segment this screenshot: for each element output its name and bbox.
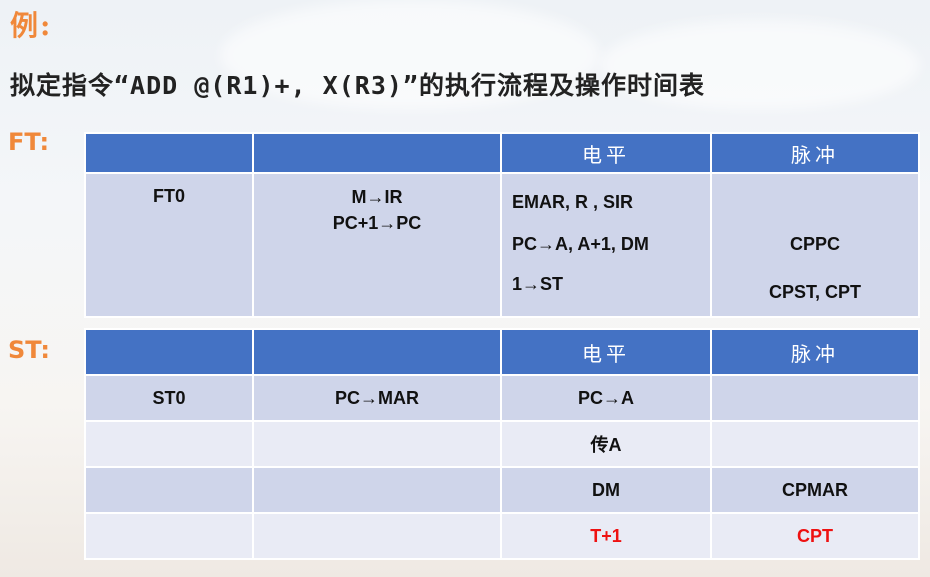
- table-row: T+1 CPT: [84, 512, 920, 560]
- ft-level-line: PC→A, A+1, DM: [512, 234, 649, 254]
- ft-level-line: 1→ST: [512, 274, 564, 294]
- st-row-op: [252, 512, 502, 560]
- st-header-level: 电平: [500, 328, 712, 376]
- st-header-row: 电平 脉冲: [84, 328, 920, 376]
- st-row-pulse: CPMAR: [710, 466, 920, 514]
- table-row: ST0 PC→MAR PC→A: [84, 374, 920, 422]
- st-row-level: DM: [500, 466, 712, 514]
- st-row-op: PC→MAR: [252, 374, 502, 422]
- ft-row: FT0 M→IR PC+1→PC EMAR, R , SIR PC→A, A+1…: [84, 172, 920, 318]
- st-header-cell: [252, 328, 502, 376]
- ft-op-line: M→IR: [351, 187, 403, 207]
- example-label: 例:: [10, 9, 53, 42]
- ft-table: 电平 脉冲 FT0 M→IR PC+1→PC EMAR, R , SIR PC→…: [84, 132, 920, 318]
- st-row-pulse: CPT: [710, 512, 920, 560]
- st-section-label: ST:: [8, 336, 50, 364]
- main-title: 拟定指令“ADD @(R1)+, X(R3)”的执行流程及操作时间表: [10, 71, 705, 100]
- ft-section-label: FT:: [8, 128, 50, 156]
- table-row: DM CPMAR: [84, 466, 920, 514]
- st-row-level: PC→A: [500, 374, 712, 422]
- st-row-name: [84, 466, 254, 514]
- st-row-name: [84, 512, 254, 560]
- ft-pulse-line: CPPC: [789, 234, 840, 254]
- ft-header-row: 电平 脉冲: [84, 132, 920, 174]
- st-row-pulse: [710, 420, 920, 468]
- ft-pulse-line: CPST, CPT: [768, 282, 861, 302]
- st-row-level: 传A: [500, 420, 712, 468]
- ft-header-pulse: 脉冲: [710, 132, 920, 174]
- st-header-cell: [84, 328, 254, 376]
- ft-header-cell: [84, 132, 254, 174]
- st-header-pulse: 脉冲: [710, 328, 920, 376]
- st-row-pulse: [710, 374, 920, 422]
- ft-level-line: EMAR, R , SIR: [512, 192, 634, 212]
- st-row-op: [252, 420, 502, 468]
- ft-row-name: FT0: [152, 186, 185, 206]
- st-table: 电平 脉冲 ST0 PC→MAR PC→A 传A DM CPMAR T+1 CP…: [84, 328, 920, 560]
- ft-row-name-cell: FT0: [84, 172, 254, 318]
- st-row-name: [84, 420, 254, 468]
- st-row-level: T+1: [500, 512, 712, 560]
- ft-op-line: PC+1→PC: [332, 213, 422, 233]
- ft-row-ops-cell: M→IR PC+1→PC: [252, 172, 502, 318]
- st-row-name: ST0: [84, 374, 254, 422]
- ft-header-level: 电平: [500, 132, 712, 174]
- table-row: 传A: [84, 420, 920, 468]
- ft-row-pulses-cell: CPPC CPST, CPT: [710, 172, 920, 318]
- ft-row-levels-cell: EMAR, R , SIR PC→A, A+1, DM 1→ST: [500, 172, 712, 318]
- ft-header-cell: [252, 132, 502, 174]
- st-row-op: [252, 466, 502, 514]
